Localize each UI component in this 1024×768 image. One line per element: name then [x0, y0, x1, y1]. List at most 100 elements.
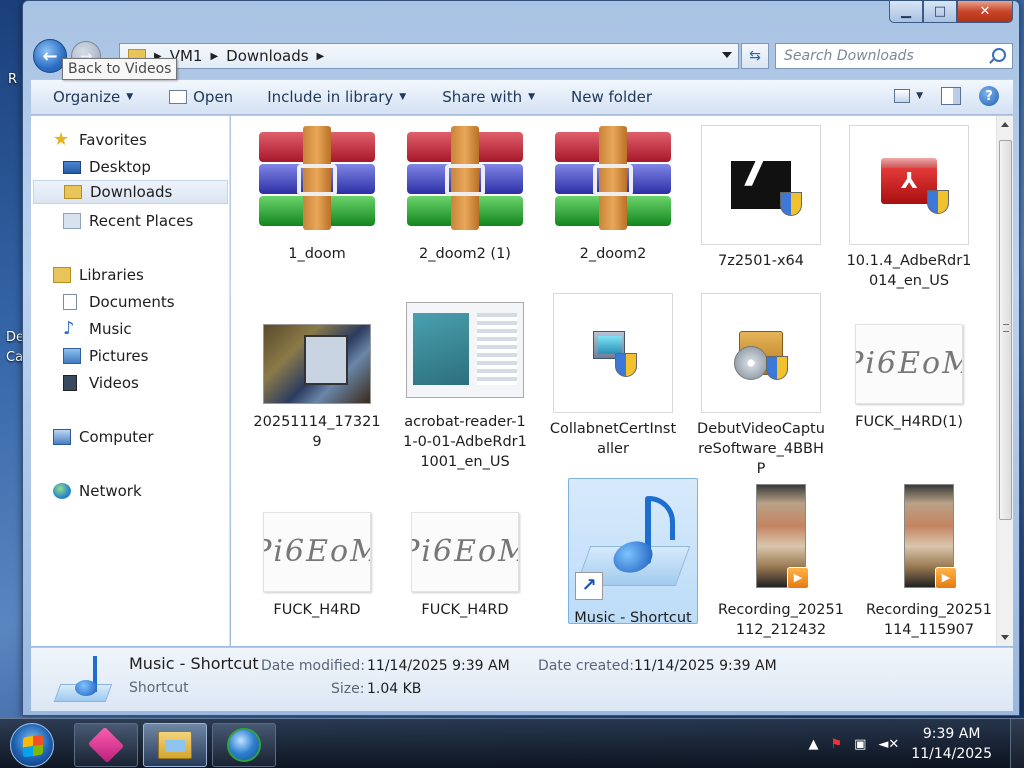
clock[interactable]: 9:39 AM 11/14/2025 — [911, 724, 992, 764]
caption-buttons: ▁ □ ✕ — [889, 1, 1013, 23]
address-bar[interactable]: ▶ VM1 ▶ Downloads ▶ — [119, 43, 739, 69]
file-item[interactable]: 2_doom2 — [548, 126, 678, 264]
network-icon — [53, 483, 71, 499]
star-icon: ★ — [53, 129, 70, 150]
sidebar-item-favorites[interactable]: ★ Favorites — [53, 128, 147, 152]
winrar-archive-icon — [259, 126, 375, 230]
handwriting-thumbnail-icon: Pi6EoM — [263, 512, 371, 592]
minimize-button[interactable]: ▁ — [889, 1, 923, 23]
search-icon[interactable] — [992, 48, 1006, 62]
vertical-scrollbar[interactable] — [996, 116, 1013, 646]
sidebar-label: Desktop — [89, 158, 151, 176]
close-button[interactable]: ✕ — [957, 1, 1013, 23]
sidebar-item-music[interactable]: ♪ Music — [63, 317, 132, 341]
play-icon: ▶ — [935, 567, 957, 589]
open-button[interactable]: Open — [169, 88, 233, 106]
show-desktop-button[interactable] — [1010, 719, 1024, 768]
date-modified-label: Date modified: — [261, 658, 365, 674]
change-view-icon[interactable] — [894, 89, 911, 103]
documents-icon — [63, 294, 77, 310]
taskbar-explorer[interactable] — [143, 723, 207, 767]
file-name: 2_doom2 (1) — [419, 246, 511, 262]
scroll-up-icon[interactable] — [1001, 122, 1009, 127]
videos-icon — [63, 375, 77, 391]
preview-pane-icon[interactable] — [941, 87, 961, 105]
file-item[interactable]: Pi6EoM FUCK_H4RD(1) — [844, 324, 974, 432]
address-dropdown-icon[interactable] — [722, 52, 732, 58]
details-type: Shortcut — [129, 680, 189, 696]
file-item[interactable]: 20251114_173219 — [252, 324, 382, 452]
taskbar-app-1[interactable] — [74, 723, 138, 767]
back-arrow-icon: ← — [42, 45, 58, 67]
debut-installer-icon — [701, 293, 821, 413]
file-item[interactable]: ▶ Recording_20251114_115907 — [864, 484, 994, 640]
file-item[interactable]: Pi6EoM FUCK_H4RD — [252, 512, 382, 620]
size-label: Size: — [331, 681, 365, 697]
breadcrumb-downloads[interactable]: Downloads — [226, 47, 308, 65]
breadcrumb-separator-icon[interactable]: ▶ — [317, 51, 325, 62]
file-name: Music - Shortcut — [574, 610, 692, 626]
sidebar-item-downloads[interactable]: Downloads — [33, 180, 228, 204]
sidebar-label: Libraries — [79, 266, 144, 284]
new-folder-label: New folder — [571, 88, 653, 106]
sidebar-item-documents[interactable]: Documents — [63, 290, 175, 314]
sidebar-item-computer[interactable]: Computer — [53, 425, 154, 449]
show-hidden-icons-icon[interactable]: ▲ — [808, 737, 818, 752]
network-status-icon[interactable]: ▣ — [854, 737, 866, 752]
maximize-button[interactable]: □ — [923, 1, 957, 23]
file-item[interactable]: 1_doom — [252, 126, 382, 264]
sidebar-item-desktop[interactable]: Desktop — [63, 155, 151, 179]
file-item[interactable]: ▶ Recording_20251112_212432 — [716, 484, 846, 640]
file-name: FUCK_H4RD(1) — [855, 414, 963, 430]
handwriting-text: Pi6EoM — [412, 534, 518, 569]
file-name: 10.1.4_AdbeRdr1014_en_US — [846, 253, 972, 289]
start-button[interactable] — [10, 723, 54, 767]
new-folder-button[interactable]: New folder — [571, 88, 652, 106]
sidebar-item-libraries[interactable]: Libraries — [53, 263, 144, 287]
handwriting-text: Pi6EoM — [856, 346, 962, 381]
caret-down-icon: ▼ — [528, 92, 536, 102]
address-row: ← → ▶ VM1 ▶ Downloads ▶ ⇆ — [31, 39, 1013, 73]
sidebar-item-videos[interactable]: Videos — [63, 371, 139, 395]
file-name: FUCK_H4RD — [421, 602, 509, 618]
organize-menu[interactable]: Organize ▼ — [53, 88, 133, 106]
file-item[interactable]: CollabnetCertInstaller — [548, 293, 678, 459]
breadcrumb-separator-icon[interactable]: ▶ — [210, 51, 218, 62]
app-icon — [227, 728, 261, 762]
file-name: 1_doom — [288, 246, 346, 262]
winrar-archive-icon — [555, 126, 671, 230]
back-tooltip: Back to Videos — [62, 58, 178, 80]
file-item[interactable]: acrobat-reader-11-0-01-AdbeRdr11001_en_U… — [400, 302, 530, 472]
caret-down-icon: ▼ — [126, 92, 134, 102]
share-with-menu[interactable]: Share with ▼ — [442, 88, 535, 106]
video-thumbnail-icon: ▶ — [904, 484, 957, 589]
sidebar-item-network[interactable]: Network — [53, 479, 142, 503]
taskbar: ▲ ⚑ ▣ ◄✕ 9:39 AM 11/14/2025 — [0, 718, 1024, 768]
desktop-icon — [63, 160, 81, 174]
file-item[interactable]: ⅄ 10.1.4_AdbeRdr1014_en_US — [844, 125, 974, 291]
sidebar-label: Documents — [89, 293, 175, 311]
include-in-library-menu[interactable]: Include in library ▼ — [267, 88, 406, 106]
sidebar-item-recent-places[interactable]: Recent Places — [63, 209, 193, 233]
refresh-button[interactable]: ⇆ — [741, 43, 769, 69]
view-caret-icon[interactable]: ▼ — [916, 91, 923, 101]
file-item[interactable]: 2_doom2 (1) — [400, 126, 530, 264]
share-label: Share with — [442, 88, 523, 106]
volume-muted-icon[interactable]: ◄✕ — [878, 737, 899, 752]
help-icon[interactable]: ? — [979, 86, 999, 106]
scrollbar-thumb[interactable] — [999, 140, 1012, 520]
handwriting-thumbnail-icon: Pi6EoM — [855, 324, 963, 404]
action-center-flag-icon[interactable]: ⚑ — [830, 737, 842, 752]
search-input[interactable] — [784, 48, 984, 64]
scroll-down-icon[interactable] — [1001, 635, 1009, 640]
file-item[interactable]: DebutVideoCaptureSoftware_4BBHP — [696, 293, 826, 479]
sidebar-item-pictures[interactable]: Pictures — [63, 344, 148, 368]
organize-label: Organize — [53, 88, 121, 106]
file-item[interactable]: 7z2501-x64 — [696, 125, 826, 271]
file-item-selected[interactable]: ↗ Music - Shortcut — [568, 484, 698, 628]
search-box[interactable] — [775, 43, 1013, 69]
clock-time: 9:39 AM — [922, 726, 981, 742]
taskbar-app-3[interactable] — [212, 723, 276, 767]
file-item[interactable]: Pi6EoM FUCK_H4RD — [400, 512, 530, 620]
winrar-archive-icon — [407, 126, 523, 230]
